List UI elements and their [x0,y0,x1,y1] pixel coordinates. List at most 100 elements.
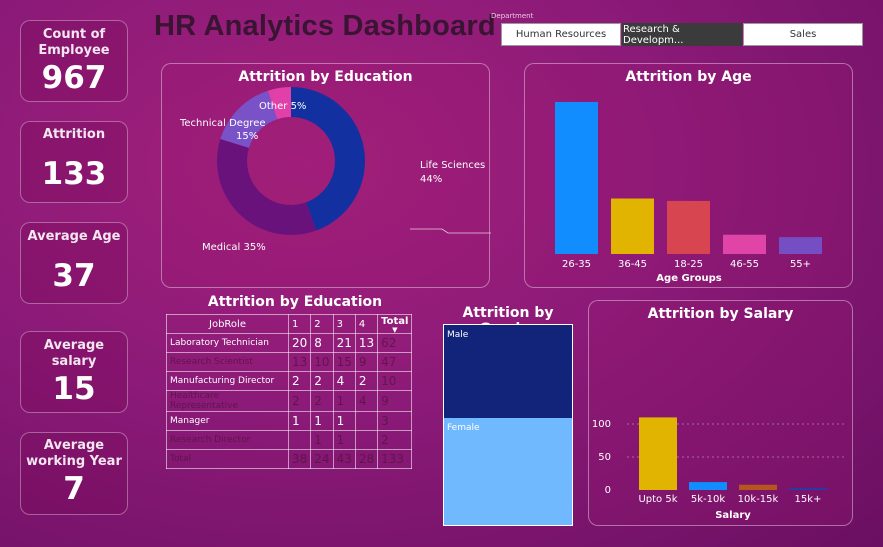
matrix-cell-total: 3 [377,411,413,431]
matrix-cell-total: 10 [377,371,413,391]
age-tick-label: 26-35 [562,259,591,270]
kpi-label: Average salary [43,338,105,369]
matrix-cell-value: 43 [332,449,356,469]
treemap-tile-male[interactable]: Male [444,325,572,419]
age-tick-label: 55+ [790,259,811,270]
salary-y-tick: 50 [598,452,611,463]
matrix-row: Manufacturing Director 2 2 4 2 10 [166,371,413,391]
education-donut-chart: Life Sciences 44% Medical 35% Technical … [179,87,491,253]
age-bar-46-55[interactable] [723,234,766,254]
kpi-label: Count of Employee [38,27,110,58]
salary-y-tick: 100 [592,419,611,430]
matrix-cell-value: 4 [332,371,356,391]
kpi-value: 37 [52,258,96,294]
matrix-cell-value: 1 [310,411,334,431]
matrix-cell-value: 2 [287,390,312,412]
matrix-cell-value: 10 [310,352,334,372]
matrix-row: Manager 1 1 1 3 [166,411,413,431]
kpi-value: 15 [52,371,96,407]
kpi-card-average-working-year: Average working Year 7 [20,432,128,515]
kpi-value: 967 [41,60,107,96]
matrix-cell-value: 1 [332,430,356,450]
age-chart-panel: Attrition by Age 26-35 36-45 18-25 46-55 55+… [524,63,853,288]
matrix-row: Research Scientist 13 10 15 9 47 [166,352,413,372]
salary-chart-panel: Attrition by Salary 0 50 100 Upto 5k 5k-10k… [588,300,853,526]
treemap-label-male: Male [447,330,469,340]
matrix-cell-total: 62 [377,333,413,353]
matrix-cell-jobrole[interactable]: Healthcare Representative [166,390,289,412]
matrix-header-jobrole[interactable]: JobRole [166,314,289,334]
donut-label-other: Other 5% [259,101,306,112]
matrix-cell-value: 24 [310,449,334,469]
matrix-cell-value: 13 [287,352,312,372]
slicer-option-human-resources[interactable]: Human Resources [501,23,621,46]
age-bar-36-45[interactable] [611,198,654,254]
sort-down-icon: ▼ [392,325,398,334]
matrix-header-total[interactable]: Total ▼ [377,314,413,334]
matrix-header-2[interactable]: 2 [310,314,334,334]
donut-slice-medical[interactable] [217,139,317,235]
age-bar-26-35[interactable] [555,102,598,254]
age-tick-label: 36-45 [618,259,647,270]
matrix-cell-value: 2 [287,371,312,391]
matrix-cell-value: 2 [310,390,334,412]
matrix-header-4[interactable]: 4 [354,314,379,334]
matrix-header-total-label: Total [381,315,409,327]
kpi-label: Attrition [42,127,106,142]
gender-treemap: Male Female [443,324,573,526]
salary-y-tick: 0 [605,485,611,496]
matrix-cell-total: 47 [377,352,413,372]
salary-bar-15k+[interactable] [789,488,827,490]
matrix-cell-value: 28 [354,449,379,469]
donut-label-technical-pct: 15% [236,131,258,142]
matrix-cell-value: 1 [287,411,312,431]
matrix-cell-jobrole[interactable]: Total [166,449,289,469]
kpi-label: Average Age [27,229,121,244]
department-slicer-label: Department [491,12,534,20]
matrix-cell-value [287,430,312,450]
kpi-value: 7 [63,471,85,507]
matrix-cell-jobrole[interactable]: Research Scientist [166,352,289,372]
education-donut-panel: Attrition by Education Life Sciences 44%… [161,63,491,288]
treemap-tile-female[interactable]: Female [444,417,572,525]
slicer-option-sales[interactable]: Sales [743,23,863,46]
age-bar-55+[interactable] [779,237,822,254]
matrix-cell-value: 8 [310,333,334,353]
salary-bar-10k-15k[interactable] [739,484,777,490]
matrix-cell-value: 1 [310,430,334,450]
age-tick-label: 46-55 [730,259,759,270]
matrix-header-1[interactable]: 1 [287,314,312,334]
matrix-cell-jobrole[interactable]: Laboratory Technician [166,333,289,353]
dashboard-title: HR Analytics Dashboard [154,10,496,42]
donut-label-technical: Technical Degree [179,118,266,129]
salary-bar-5k-10k[interactable] [689,482,727,490]
matrix-cell-jobrole[interactable]: Manager [166,411,289,431]
matrix-cell-jobrole[interactable]: Research Director [166,430,289,450]
salary-bar-Upto-5k[interactable] [639,417,677,490]
matrix-header-row: JobRole 1 2 3 4 Total ▼ [166,314,413,334]
matrix-cell-value: 2 [310,371,334,391]
matrix-row: Healthcare Representative 2 2 1 4 9 [166,390,413,412]
slicer-option-research-development[interactable]: Research & Developm... [622,23,742,46]
age-bar-18-25[interactable] [667,200,710,254]
matrix-cell-value: 21 [332,333,356,353]
kpi-card-employee-count: Count of Employee 967 [20,20,128,102]
matrix-cell-total: 133 [377,449,413,469]
matrix-cell-value: 2 [354,371,379,391]
matrix-cell-value: 20 [287,333,312,353]
kpi-card-attrition: Attrition 133 [20,121,128,203]
matrix-cell-value [354,430,379,450]
matrix-row: Research Director 1 1 2 [166,430,413,450]
salary-bar-chart: 0 50 100 Upto 5k 5k-10k 10k-15k 15k+ Salary [592,417,847,521]
salary-x-axis-label: Salary [715,510,751,521]
matrix-cell-value [354,411,379,431]
matrix-header-3[interactable]: 3 [332,314,356,334]
matrix-cell-total: 2 [377,430,413,450]
matrix-cell-value: 4 [354,390,379,412]
leader-line-life-sciences [410,228,491,234]
matrix-cell-jobrole[interactable]: Manufacturing Director [166,371,289,391]
matrix-cell-value: 9 [354,352,379,372]
salary-tick-label: 5k-10k [691,494,725,505]
kpi-value: 133 [41,156,107,192]
donut-label-life-sciences: Life Sciences [420,160,485,171]
